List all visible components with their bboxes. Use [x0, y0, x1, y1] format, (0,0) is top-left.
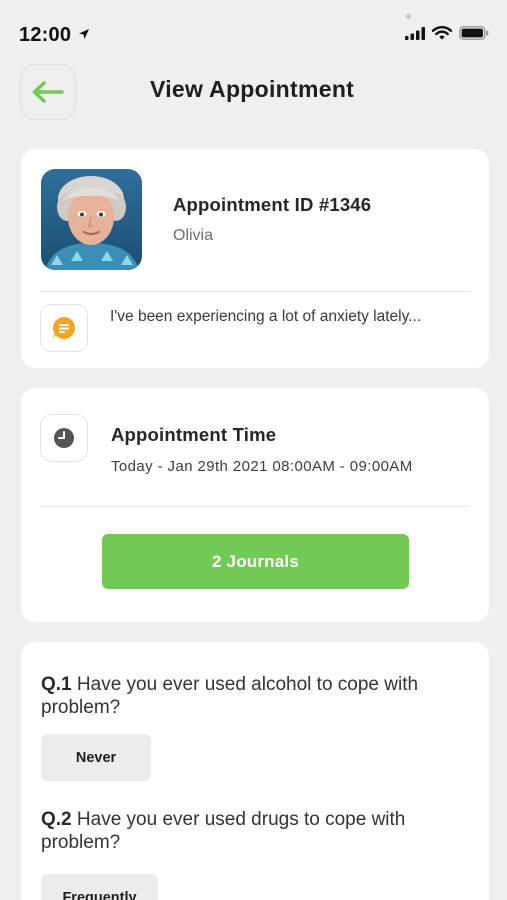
header: View Appointment [0, 62, 507, 122]
journals-button[interactable]: 2 Journals [102, 534, 409, 589]
answer-chip: Never [41, 734, 151, 781]
page-title: View Appointment [150, 76, 355, 102]
camera-indicator-dot [406, 14, 411, 19]
appointment-time-card: Appointment Time Today - Jan 29th 2021 0… [21, 388, 489, 622]
question-1: Q.1 Have you ever used alcohol to cope w… [41, 673, 481, 719]
back-button[interactable] [20, 64, 76, 120]
question-text: Have you ever used drugs to cope with pr… [41, 809, 406, 853]
patient-photo [41, 169, 142, 270]
questionnaire-card: Q.1 Have you ever used alcohol to cope w… [21, 642, 489, 900]
question-number: Q.2 [41, 809, 72, 830]
divider [40, 291, 470, 292]
appointment-time-title: Appointment Time [111, 424, 277, 445]
status-time: 12:00 [19, 24, 90, 47]
chat-bubble-icon [53, 317, 75, 339]
appointment-id: Appointment ID #1346 [173, 194, 372, 215]
avatar [41, 169, 142, 270]
patient-name: Olivia [173, 227, 214, 244]
battery-icon [459, 26, 489, 40]
arrow-left-icon [32, 81, 64, 103]
wifi-icon [432, 26, 452, 40]
message-icon-box [40, 304, 88, 352]
question-text: Have you ever used alcohol to cope with … [41, 674, 419, 718]
status-time-text: 12:00 [19, 24, 72, 46]
signal-icon [405, 26, 425, 40]
appointment-card: Appointment ID #1346 Olivia I've been ex… [21, 149, 489, 368]
answer-chip: Frequently [41, 874, 158, 900]
question-2: Q.2 Have you ever used drugs to cope wit… [41, 808, 481, 854]
divider [40, 506, 470, 507]
status-bar: 12:00 [0, 0, 507, 64]
appointment-message: I've been experiencing a lot of anxiety … [110, 308, 422, 325]
clock-icon [54, 428, 74, 448]
clock-icon-box [40, 414, 88, 462]
appointment-time-value: Today - Jan 29th 2021 08:00AM - 09:00AM [111, 458, 413, 475]
question-number: Q.1 [41, 674, 72, 695]
location-arrow-icon [78, 29, 89, 39]
status-icons [405, 26, 489, 40]
